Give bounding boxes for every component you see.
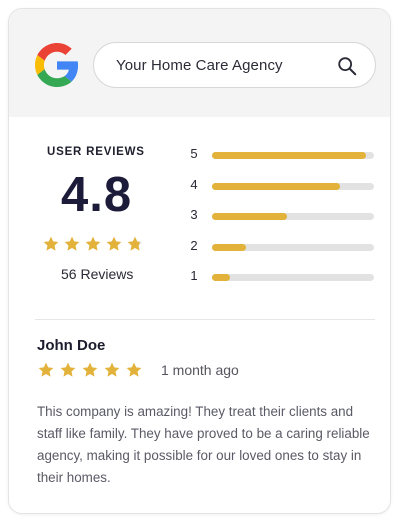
rating-bar-label: 5: [190, 146, 198, 161]
rating-bar-fill: [212, 213, 287, 220]
rating-bar-track: [212, 213, 374, 220]
rating-bar-label: 3: [190, 207, 198, 222]
search-query[interactable]: Your Home Care Agency: [116, 57, 283, 74]
rating-bar-fill: [212, 243, 247, 251]
summary-star-rating: [42, 235, 144, 253]
star-icon: [85, 236, 101, 251]
star-icon: [64, 236, 80, 251]
rating-bar-fill: [212, 182, 340, 190]
rating-bar-fill: [212, 152, 366, 159]
rating-bar-label: 1: [190, 268, 198, 283]
rating-bar-row-5[interactable]: 5: [187, 146, 377, 177]
rating-bar-track: [212, 243, 374, 251]
rating-bar-row-1[interactable]: 1: [187, 268, 377, 299]
reviewer-name: John Doe: [37, 337, 106, 354]
star-icon: [82, 362, 98, 377]
rating-bar-label: 2: [190, 237, 198, 253]
star-icon: [60, 362, 76, 377]
summary-title: USER REVIEWS: [47, 146, 145, 158]
rating-bar-row-3[interactable]: 3: [187, 207, 377, 238]
star-icon: [43, 236, 59, 251]
search-icon[interactable]: [336, 55, 358, 77]
search-header: Your Home Care Agency: [9, 9, 390, 117]
search-bar[interactable]: Your Home Care Agency: [93, 42, 376, 88]
rating-bar-track: [212, 152, 374, 159]
review-star-rating: [37, 361, 143, 379]
review-date: 1 month ago: [161, 362, 239, 378]
rating-bar-track: [212, 182, 374, 190]
star-icon: [126, 362, 142, 377]
rating-distribution: 5 4 3 2 1: [187, 146, 377, 299]
star-icon: [104, 362, 120, 377]
star-icon: [106, 236, 122, 251]
star-icon: [38, 362, 54, 377]
review-text: This company is amazing! They treat thei…: [37, 404, 370, 485]
rating-bar-row-4[interactable]: 4: [187, 177, 377, 208]
reviews-count[interactable]: 56 Reviews: [61, 266, 133, 282]
rating-bar-fill: [212, 274, 230, 281]
reviews-card: Your Home Care Agency USER REVIEWS 4.8 5…: [8, 8, 391, 514]
google-logo-icon: [35, 43, 79, 87]
average-rating: 4.8: [61, 168, 133, 222]
star-icon: [127, 236, 143, 251]
divider: [35, 319, 375, 320]
rating-bar-row-2[interactable]: 2: [187, 238, 377, 269]
rating-bar-label: 4: [190, 176, 198, 192]
rating-bar-track: [212, 274, 374, 281]
